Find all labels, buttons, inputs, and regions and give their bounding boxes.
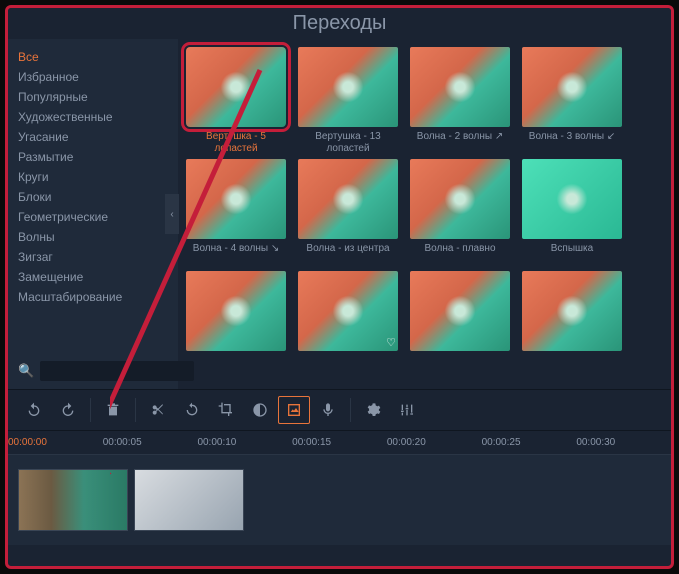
transition-thumb-wave-2[interactable] [410, 47, 510, 127]
ruler-tick: 00:00:20 [387, 437, 482, 448]
category-blocks[interactable]: Блоки [8, 187, 178, 207]
ruler-tick: 00:00:25 [482, 437, 577, 448]
adjust-button[interactable] [391, 396, 423, 424]
category-sidebar: Все Избранное Популярные Художественные … [8, 39, 178, 389]
undo-button[interactable] [18, 396, 50, 424]
category-artistic[interactable]: Художественные [8, 107, 178, 127]
transition-label: Волна - 3 волны ↙ [522, 131, 622, 155]
category-zigzag[interactable]: Зигзаг [8, 247, 178, 267]
category-popular[interactable]: Популярные [8, 87, 178, 107]
category-blur[interactable]: Размытие [8, 147, 178, 167]
transition-thumb-wave-3[interactable] [522, 47, 622, 127]
category-geometric[interactable]: Геометрические [8, 207, 178, 227]
transition-thumb-flash[interactable] [522, 159, 622, 239]
category-circles[interactable]: Круги [8, 167, 178, 187]
transition-label: Волна - 2 волны ↗ [410, 131, 510, 155]
transition-label: Волна - 4 волны ↘ [186, 243, 286, 267]
category-favorites[interactable]: Избранное [8, 67, 178, 87]
settings-button[interactable] [357, 396, 389, 424]
search-icon: 🔍 [18, 363, 34, 379]
search-input[interactable] [40, 361, 194, 381]
transition-thumb[interactable] [410, 271, 510, 351]
transition-thumb-pinwheel-13[interactable] [298, 47, 398, 127]
heart-icon: ♡ [386, 336, 396, 349]
ruler-tick: 00:00:00 [8, 437, 103, 448]
time-ruler[interactable]: 00:00:00 00:00:05 00:00:10 00:00:15 00:0… [8, 435, 671, 455]
category-fade[interactable]: Угасание [8, 127, 178, 147]
category-all[interactable]: Все [8, 47, 178, 67]
timeline-clip-1[interactable] [18, 469, 128, 531]
toolbar [8, 389, 671, 431]
redo-button[interactable] [52, 396, 84, 424]
image-button[interactable] [278, 396, 310, 424]
ruler-tick: 00:00:15 [292, 437, 387, 448]
transition-thumb-wave-center[interactable] [298, 159, 398, 239]
page-title: Переходы [8, 8, 671, 39]
transition-thumb[interactable] [522, 271, 622, 351]
transition-thumb[interactable]: ♡ [298, 271, 398, 351]
delete-button[interactable] [97, 396, 129, 424]
ruler-tick: 00:00:10 [197, 437, 292, 448]
transition-thumb-wave-smooth[interactable] [410, 159, 510, 239]
transition-label: Волна - из центра [298, 243, 398, 267]
crop-button[interactable] [210, 396, 242, 424]
ruler-tick: 00:00:30 [576, 437, 671, 448]
category-waves[interactable]: Волны [8, 227, 178, 247]
mic-button[interactable] [312, 396, 344, 424]
timeline: 00:00:00 00:00:05 00:00:10 00:00:15 00:0… [8, 431, 671, 549]
transition-label: Волна - плавно [410, 243, 510, 267]
transition-thumb-pinwheel-5[interactable] [186, 47, 286, 127]
rotate-button[interactable] [176, 396, 208, 424]
category-zoom[interactable]: Масштабирование [8, 287, 178, 307]
timeline-clip-2[interactable] [134, 469, 244, 531]
transition-label: Вертушка - 13 лопастей [298, 131, 398, 155]
transition-label: Вертушка - 5 лопастей [186, 131, 286, 155]
collapse-sidebar-button[interactable]: ‹ [165, 194, 179, 234]
video-track[interactable] [8, 455, 671, 545]
cut-button[interactable] [142, 396, 174, 424]
ruler-tick: 00:00:05 [103, 437, 198, 448]
transitions-grid: Вертушка - 5 лопастей Вертушка - 13 лопа… [178, 39, 671, 389]
transition-label: Вспышка [522, 243, 622, 267]
contrast-button[interactable] [244, 396, 276, 424]
transition-thumb[interactable] [186, 271, 286, 351]
category-replace[interactable]: Замещение [8, 267, 178, 287]
transition-thumb-wave-4[interactable] [186, 159, 286, 239]
